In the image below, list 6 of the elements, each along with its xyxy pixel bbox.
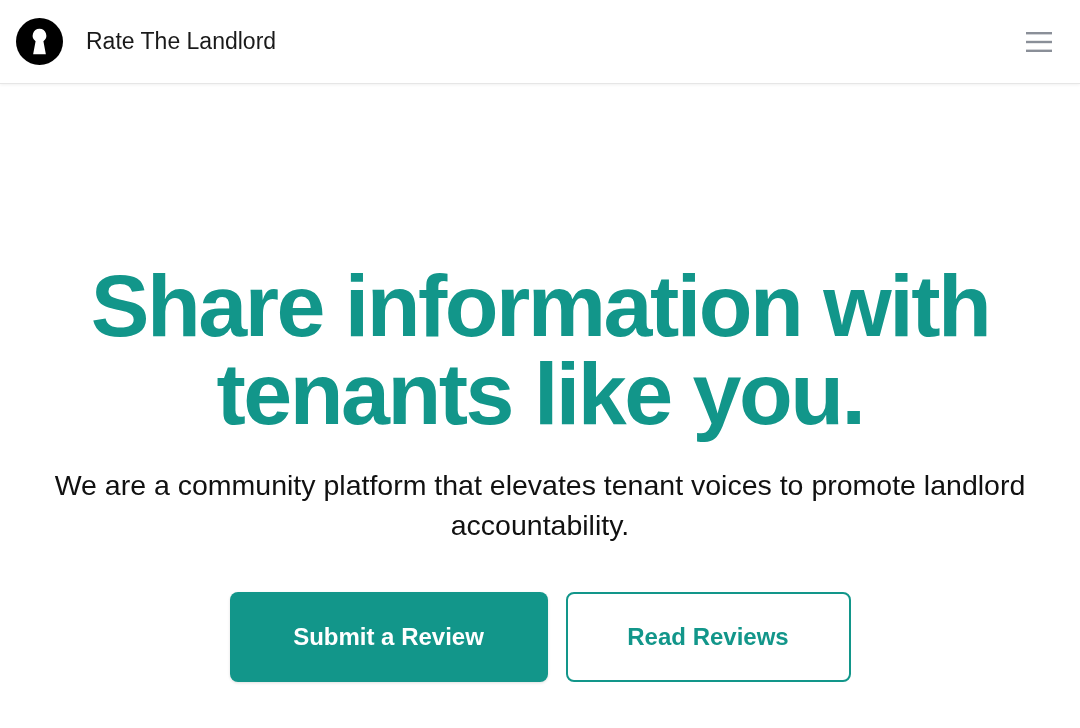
keyhole-logo-icon[interactable]	[16, 18, 63, 65]
site-title[interactable]: Rate The Landlord	[86, 28, 277, 55]
submit-review-button[interactable]: Submit a Review	[229, 592, 548, 682]
hero-description: We are a community platform that elevates tenant voices to promote landlord accountability.	[53, 468, 1027, 543]
menu-icon[interactable]	[1026, 30, 1052, 53]
read-reviews-button[interactable]: Read Reviews	[565, 592, 851, 682]
